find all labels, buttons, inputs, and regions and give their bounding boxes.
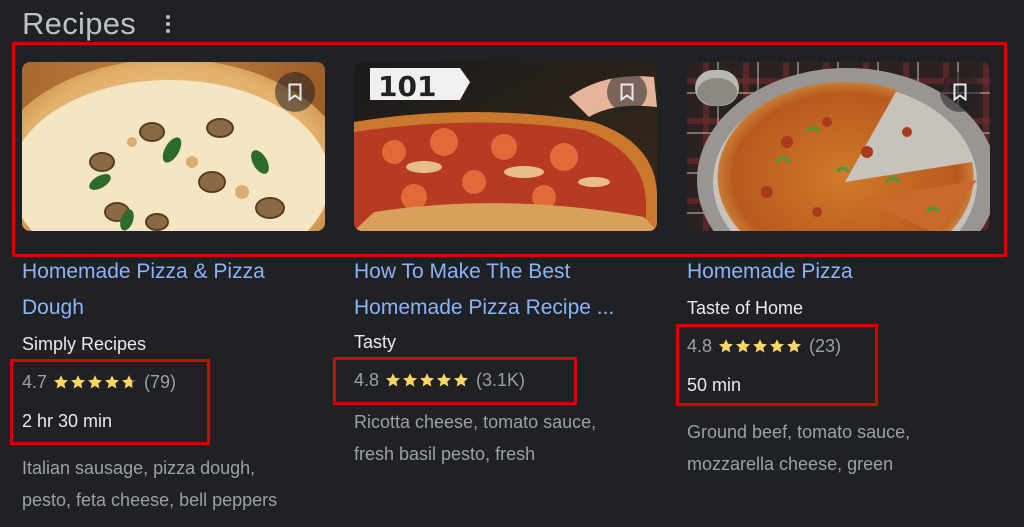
star-rating-icon	[385, 372, 470, 388]
recipe-image[interactable]	[687, 62, 990, 231]
star-icon	[437, 373, 452, 387]
star-icon	[719, 339, 734, 353]
recipes-header: Recipes	[22, 4, 174, 44]
section-title: Recipes	[22, 6, 137, 41]
more-vert-icon[interactable]	[162, 13, 174, 35]
recipe-card[interactable]: Homemade Pizza Taste of Home 4.8 (23) 50…	[687, 62, 991, 480]
star-icon	[105, 375, 120, 389]
star-icon	[753, 339, 768, 353]
star-rating-icon	[718, 338, 803, 354]
star-rating-icon	[53, 374, 138, 390]
star-icon	[736, 339, 751, 353]
bookmark-icon	[288, 83, 302, 101]
recipe-title-link[interactable]: Homemade Pizza	[687, 254, 987, 290]
star-icon	[420, 373, 435, 387]
bookmark-button[interactable]	[940, 72, 980, 112]
recipe-card[interactable]: 101 How To Make The Best Homemade Pizza …	[354, 62, 658, 470]
cook-time: 2 hr 30 min	[22, 411, 113, 431]
star-icon	[122, 375, 137, 389]
bookmark-button[interactable]	[275, 72, 315, 112]
review-count: (23)	[809, 336, 842, 356]
rating: 4.7 (79)	[22, 370, 326, 394]
recipe-source: Tasty	[354, 332, 397, 352]
image-badge-text: 101	[378, 70, 436, 103]
star-icon	[54, 375, 69, 389]
star-icon	[71, 375, 86, 389]
recipe-source: Simply Recipes	[22, 334, 147, 354]
bookmark-icon	[953, 83, 967, 101]
bookmark-button[interactable]	[607, 72, 647, 112]
star-icon	[454, 373, 469, 387]
cook-time: 50 min	[687, 375, 742, 395]
star-icon	[386, 373, 401, 387]
ingredients: Ground beef, tomato sauce, mozzarella ch…	[687, 422, 911, 474]
star-icon	[770, 339, 785, 353]
recipe-source: Taste of Home	[687, 298, 804, 318]
review-count: (79)	[144, 372, 177, 392]
bookmark-icon	[620, 83, 634, 101]
rating: 4.8 (23)	[687, 334, 991, 358]
recipe-image[interactable]	[22, 62, 325, 231]
recipe-card[interactable]: Homemade Pizza & Pizza Dough Simply Reci…	[22, 62, 326, 516]
star-icon	[403, 373, 418, 387]
recipe-title-link[interactable]: How To Make The Best Homemade Pizza Reci…	[354, 254, 654, 326]
star-icon	[88, 375, 103, 389]
rating-value: 4.8	[687, 336, 713, 356]
review-count: (3.1K)	[476, 370, 526, 390]
rating: 4.8 (3.1K)	[354, 368, 658, 392]
recipe-image[interactable]: 101	[354, 62, 657, 231]
recipe-title-link[interactable]: Homemade Pizza & Pizza Dough	[22, 254, 322, 326]
ingredients: Italian sausage, pizza dough, pesto, fet…	[22, 458, 278, 510]
ingredients: Ricotta cheese, tomato sauce, fresh basi…	[354, 412, 597, 464]
star-icon	[787, 339, 802, 353]
rating-value: 4.7	[22, 372, 48, 392]
rating-value: 4.8	[354, 370, 380, 390]
